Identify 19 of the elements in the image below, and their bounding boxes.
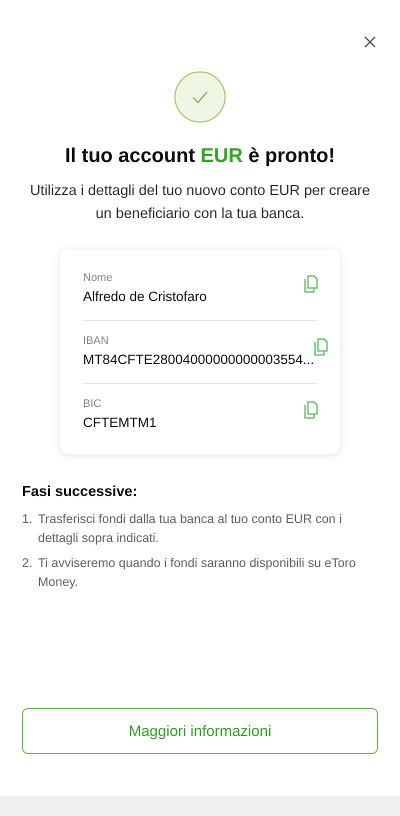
step-number: 1. xyxy=(22,511,34,528)
field-label: BIC xyxy=(83,398,102,410)
field-value: CFTEMTM1 xyxy=(83,415,156,430)
close-icon[interactable] xyxy=(364,36,376,48)
field-value: MT84CFTE28004000000000003554... xyxy=(83,352,314,367)
checkmark-circle-icon xyxy=(174,71,226,123)
copy-icon[interactable] xyxy=(314,338,328,356)
field-label: Nome xyxy=(83,272,114,284)
subtitle: Utilizza i dettagli del tuo nuovo conto EUR per creare un beneficiario con la tua banca. xyxy=(28,182,372,224)
step-text: Ti avviseremo quando i fondi saranno disponibili su eToro Money. xyxy=(38,555,357,591)
step-text: Trasferisci fondi dalla tua banca al tuo conto EUR con i dettagli sopra indicati. xyxy=(38,511,343,547)
more-info-button[interactable]: Maggiori informazioni xyxy=(22,708,378,754)
field-label: IBAN xyxy=(83,335,110,347)
copy-icon[interactable] xyxy=(304,401,318,419)
field-value: Alfredo de Cristofaro xyxy=(83,289,207,304)
copy-icon[interactable] xyxy=(304,275,318,293)
title: Il tuo account EUR è pronto! xyxy=(64,145,336,168)
step-number: 2. xyxy=(22,555,34,572)
section-heading: Fasi successive: xyxy=(22,484,138,500)
